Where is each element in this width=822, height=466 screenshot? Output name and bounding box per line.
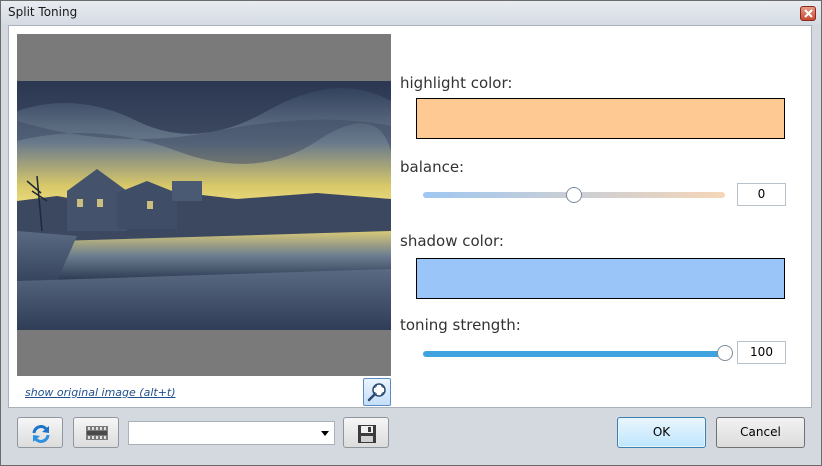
- balance-label: balance:: [400, 158, 465, 176]
- ok-button[interactable]: OK: [617, 417, 706, 448]
- toning-strength-value-input[interactable]: 100: [737, 341, 786, 364]
- highlight-color-label: highlight color:: [400, 74, 513, 92]
- preset-dropdown[interactable]: [128, 421, 335, 445]
- refresh-icon: [32, 425, 50, 443]
- cancel-button[interactable]: Cancel: [716, 417, 805, 448]
- film-strip-icon: [86, 426, 108, 440]
- save-preset-button[interactable]: [343, 417, 389, 448]
- close-icon: [804, 9, 813, 18]
- presets-button[interactable]: [73, 417, 119, 448]
- close-button[interactable]: [800, 6, 816, 21]
- show-original-link[interactable]: show original image (alt+t): [25, 386, 176, 399]
- reset-button[interactable]: [17, 417, 63, 448]
- shadow-color-label: shadow color:: [400, 232, 504, 250]
- highlight-color-swatch[interactable]: [416, 98, 785, 139]
- toning-strength-slider-track[interactable]: [423, 351, 725, 357]
- balance-slider-thumb[interactable]: [566, 187, 582, 203]
- shadow-color-swatch[interactable]: [416, 258, 785, 299]
- toning-strength-label: toning strength:: [400, 316, 521, 334]
- title-bar[interactable]: Split Toning: [1, 1, 821, 25]
- zoom-fit-button[interactable]: [363, 378, 391, 406]
- toning-strength-slider-thumb[interactable]: [717, 345, 733, 361]
- window-title: Split Toning: [8, 5, 78, 19]
- zoom-fit-icon: [367, 383, 386, 402]
- preview-photo: [17, 81, 391, 330]
- balance-value-input[interactable]: 0: [737, 183, 786, 206]
- save-disk-icon: [358, 425, 376, 443]
- image-preview: [17, 34, 391, 376]
- chevron-down-icon: [321, 431, 329, 436]
